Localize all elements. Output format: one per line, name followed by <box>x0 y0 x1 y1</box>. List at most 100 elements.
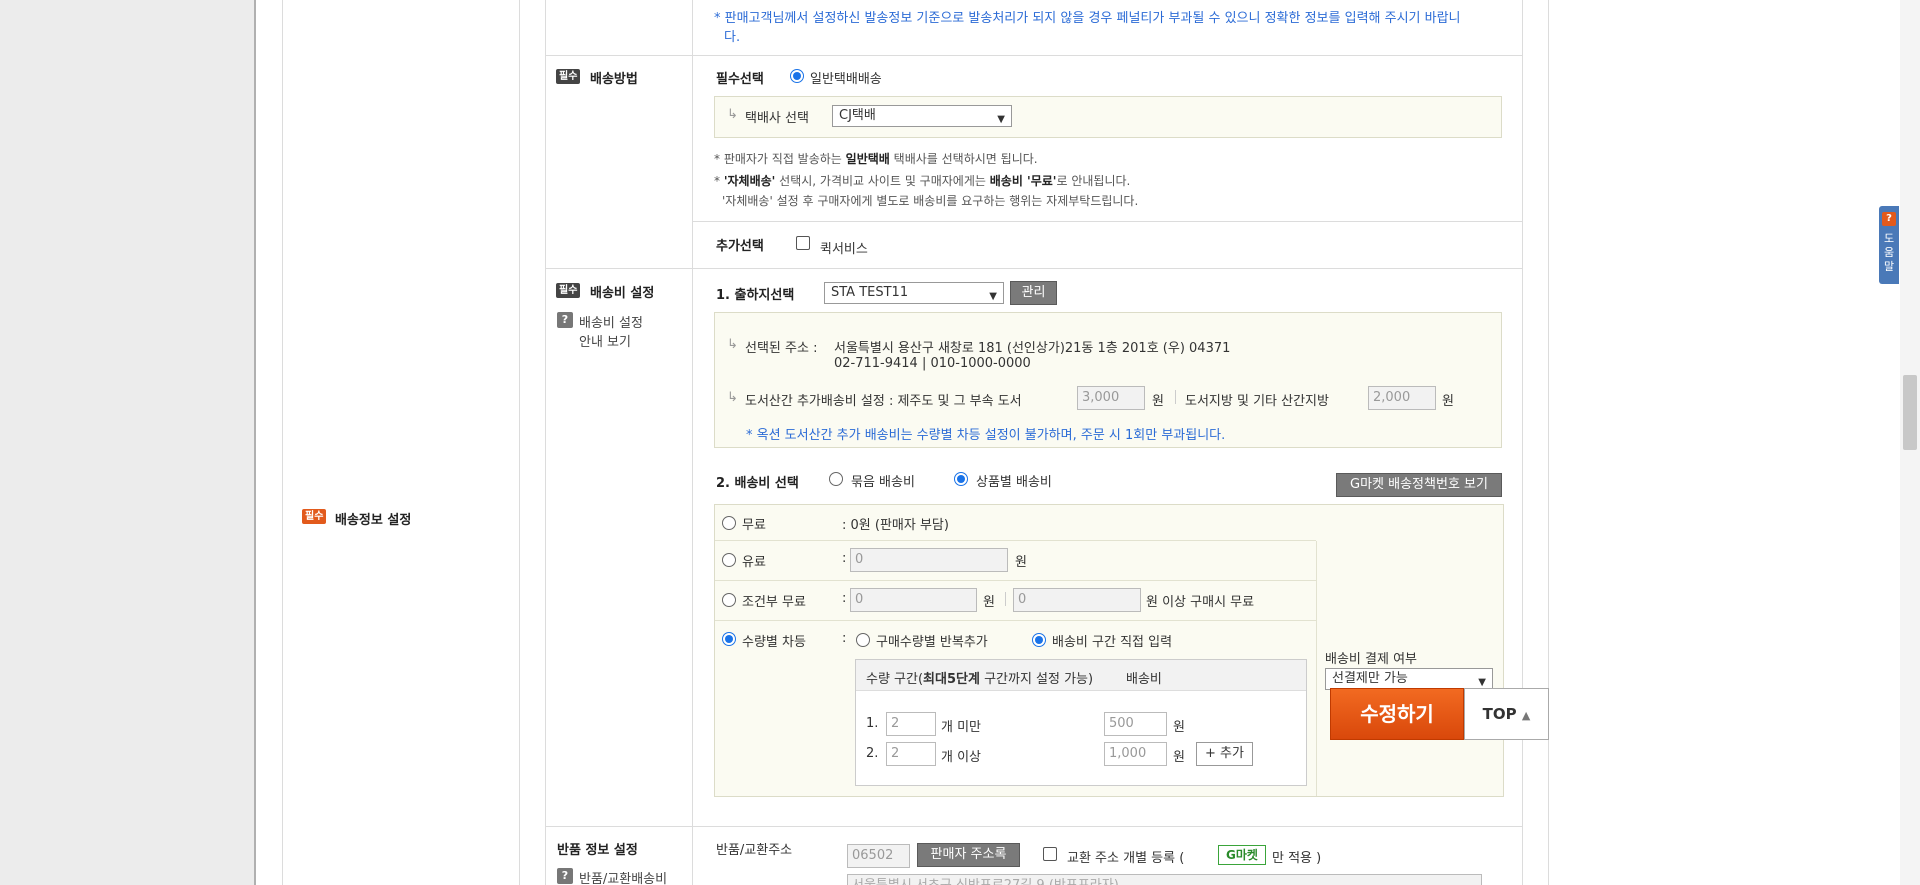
delivery-method-title: 배송방법 <box>590 72 638 87</box>
left-gutter <box>0 0 256 885</box>
won-label: 원 <box>1173 720 1185 735</box>
divider <box>545 826 1522 827</box>
scrollbar-thumb[interactable] <box>1903 375 1917 450</box>
help-side-tab-label: 도움말 <box>1883 232 1895 273</box>
conditional-threshold-input[interactable]: 0 <box>1013 588 1141 612</box>
won-label: 원 <box>1173 750 1185 765</box>
per-item-fee-label: 상품별 배송비 <box>976 475 1052 490</box>
selected-address-label: 선택된 주소 : <box>745 341 818 356</box>
divider <box>1316 541 1317 796</box>
delivery-note-2: * '자체배송' 선택시, 가격비교 사이트 및 구매자에게는 배송비 '무료'… <box>714 174 1131 188</box>
conditional-fee-input[interactable]: 0 <box>850 588 977 612</box>
remote-fee-label: 도서지방 및 기타 산간지방 <box>1185 394 1329 409</box>
range-qty-input[interactable]: 2 <box>886 712 936 736</box>
exchange-address-checkbox[interactable] <box>1043 847 1057 861</box>
payment-option-value: 선결제만 가능 <box>1332 671 1408 686</box>
fee-type-label: 2. 배송비 선택 <box>716 476 799 491</box>
return-info-title: 반품 정보 설정 <box>557 843 638 858</box>
island-fee-input[interactable]: 3,000 <box>1077 386 1145 410</box>
help-icon[interactable]: ? <box>557 868 573 884</box>
caret-up-icon: ▲ <box>1521 709 1531 722</box>
add-range-button[interactable]: + 추가 <box>1196 742 1253 766</box>
range-unit: 개 이상 <box>941 750 982 765</box>
general-courier-label: 일반택배배송 <box>810 72 882 87</box>
outer-right-border <box>1548 0 1549 885</box>
divider <box>545 268 1522 269</box>
range-row-num: 2. <box>866 746 879 761</box>
general-courier-radio[interactable] <box>790 69 804 83</box>
island-fee-label: 도서산간 추가배송비 설정 : 제주도 및 그 부속 도서 <box>745 394 1022 409</box>
exchange-address-label: 교환 주소 개별 등록 ( <box>1067 851 1185 866</box>
top-notice: * 판매고객님께서 설정하신 발송정보 기준으로 발송처리가 되지 않을 경우 … <box>714 11 1461 26</box>
island-fee-note: * 옥션 도서산간 추가 배송비는 수량별 차등 설정이 불가하며, 주문 시 … <box>746 428 1226 443</box>
origin-select-value: STA TEST11 <box>831 285 909 300</box>
bundle-fee-radio[interactable] <box>829 472 843 486</box>
chevron-down-icon: ▼ <box>989 291 997 302</box>
extra-select-label: 추가선택 <box>716 239 764 254</box>
manage-button[interactable]: 관리 <box>1010 281 1057 305</box>
payment-option-label: 배송비 결제 여부 <box>1325 652 1417 667</box>
submit-button[interactable]: 수정하기 <box>1330 688 1464 740</box>
delivery-note-1: * 판매자가 직접 발송하는 일반택배 택배사를 선택하시면 됩니다. <box>714 152 1038 166</box>
free-radio[interactable] <box>722 516 736 530</box>
won-label: 원 <box>1442 394 1454 409</box>
won-label: 원 <box>983 595 995 610</box>
fee-guide-link-line2[interactable]: 안내 보기 <box>579 331 631 350</box>
shipping-fee-title: 배송비 설정 <box>590 286 655 301</box>
chevron-down-icon: ▼ <box>997 114 1005 125</box>
range-row-num: 1. <box>866 716 879 731</box>
help-icon[interactable]: ? <box>557 312 573 328</box>
top-button[interactable]: TOP ▲ <box>1464 688 1549 740</box>
divider <box>715 620 1316 621</box>
divider <box>692 221 1522 222</box>
outer-left-border <box>282 0 283 885</box>
free-desc: : 0원 (판매자 부담) <box>842 518 949 533</box>
question-icon: ? <box>1882 212 1896 226</box>
delivery-note-3: '자체배송' 설정 후 구매자에게 별도로 배송비를 요구하는 행위는 자제부탁… <box>722 194 1139 208</box>
remote-fee-input[interactable]: 2,000 <box>1368 386 1436 410</box>
range-qty-input[interactable]: 2 <box>886 742 936 766</box>
range-fee-input[interactable]: 500 <box>1104 712 1167 736</box>
colon: : <box>842 591 847 606</box>
paid-radio[interactable] <box>722 553 736 567</box>
sub-arrow-icon: ↳ <box>727 390 738 405</box>
inner-left-border <box>545 0 546 885</box>
direct-range-radio[interactable] <box>1032 633 1046 647</box>
free-label: 무료 <box>742 518 766 533</box>
quick-service-label: 퀵서비스 <box>820 242 868 257</box>
seller-addressbook-button[interactable]: 판매자 주소록 <box>917 843 1020 867</box>
qty-range-header-text: 수량 구간(최대5단계 구간까지 설정 가능) <box>866 672 1094 687</box>
per-item-fee-radio[interactable] <box>954 472 968 486</box>
gmarket-policy-button[interactable]: G마켓 배송정책번호 보기 <box>1336 473 1502 497</box>
return-address-input[interactable]: 서울특별시 서초구 신반포로27길 9 (반포프라자) <box>847 874 1482 885</box>
conditional-free-radio[interactable] <box>722 593 736 607</box>
top-notice-cont: 다. <box>724 30 741 45</box>
courier-select[interactable]: CJ택배 ▼ <box>832 105 1012 127</box>
fee-guide-link[interactable]: 배송비 설정 <box>579 312 643 331</box>
origin-select[interactable]: STA TEST11 ▼ <box>824 282 1004 304</box>
qty-tiered-label: 수량별 차등 <box>742 635 806 650</box>
paid-fee-input[interactable]: 0 <box>850 548 1008 572</box>
return-address-label: 반품/교환주소 <box>716 843 793 858</box>
label-col-divider <box>692 0 693 885</box>
selected-address-line2: 02-711-9414 | 010-1000-0000 <box>834 356 1031 371</box>
origin-select-label: 1. 출하지선택 <box>716 288 795 303</box>
qty-range-fee-header: 배송비 <box>1126 672 1162 687</box>
return-zip-input[interactable]: 06502 <box>847 844 910 868</box>
direct-range-label: 배송비 구간 직접 입력 <box>1052 635 1173 650</box>
sub-arrow-icon: ↳ <box>727 337 738 352</box>
return-fee-guide-link[interactable]: 반품/교환배송비 <box>579 868 667 885</box>
sub-arrow-icon: ↳ <box>727 107 738 122</box>
range-fee-input[interactable]: 1,000 <box>1104 742 1167 766</box>
qty-tiered-radio[interactable] <box>722 632 736 646</box>
repeat-add-radio[interactable] <box>856 633 870 647</box>
conditional-free-label: 조건부 무료 <box>742 595 806 610</box>
courier-select-label: 택배사 선택 <box>745 111 809 126</box>
payment-option-select[interactable]: 선결제만 가능 ▼ <box>1325 668 1493 690</box>
gmarket-badge: G마켓 <box>1218 845 1266 865</box>
required-badge: 필수 <box>302 509 327 524</box>
left-col-divider <box>519 0 520 885</box>
repeat-add-label: 구매수량별 반복추가 <box>876 635 988 650</box>
paid-label: 유료 <box>742 555 766 570</box>
quick-service-checkbox[interactable] <box>796 236 810 250</box>
